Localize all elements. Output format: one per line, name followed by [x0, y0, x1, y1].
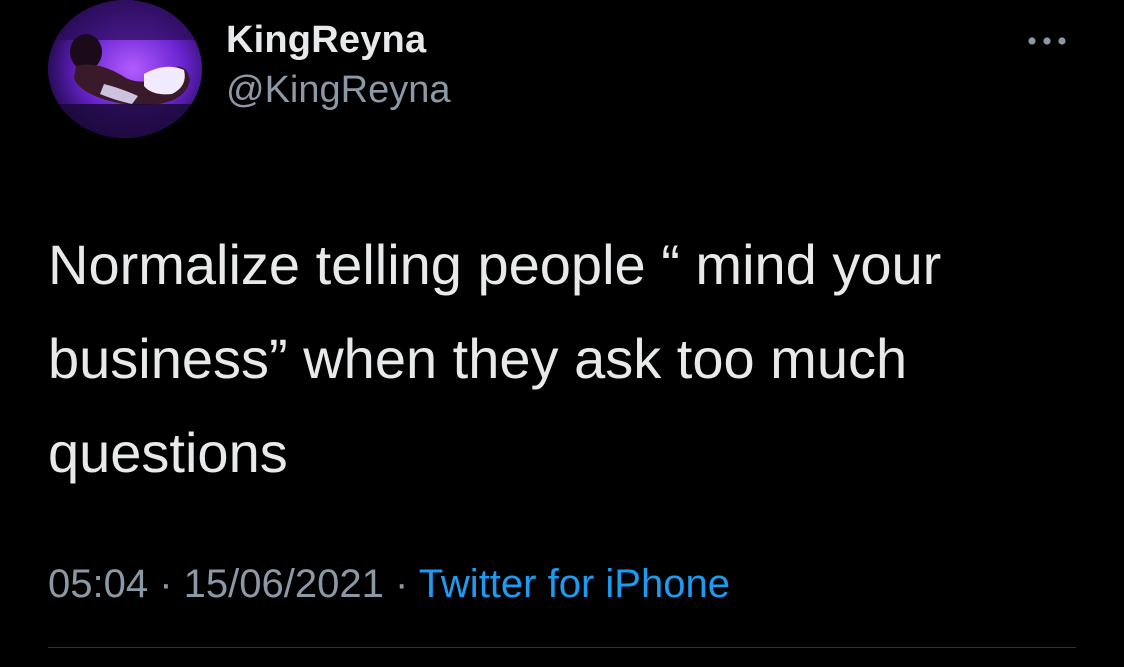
tweet-text: Normalize telling people “ mind your bus…: [48, 233, 942, 484]
tweet-card: KingReyna @KingReyna Normalize telling p…: [0, 0, 1124, 667]
tweet-date[interactable]: 15/06/2021: [184, 562, 384, 606]
tweet-header: KingReyna @KingReyna: [226, 16, 450, 114]
author-display-name[interactable]: KingReyna: [226, 16, 450, 64]
meta-separator: ·: [383, 562, 419, 606]
meta-separator: ·: [148, 562, 184, 606]
author-handle[interactable]: @KingReyna: [226, 66, 450, 114]
tweet-source-link[interactable]: Twitter for iPhone: [419, 562, 730, 606]
avatar-photo: [48, 0, 202, 138]
avatar[interactable]: [48, 0, 202, 138]
more-horizontal-icon: [1028, 37, 1066, 45]
tweet-time[interactable]: 05:04: [48, 562, 148, 606]
divider: [48, 647, 1076, 648]
tweet-metadata: 05:04 · 15/06/2021 · Twitter for iPhone: [48, 556, 730, 612]
more-options-button[interactable]: [1020, 26, 1074, 56]
